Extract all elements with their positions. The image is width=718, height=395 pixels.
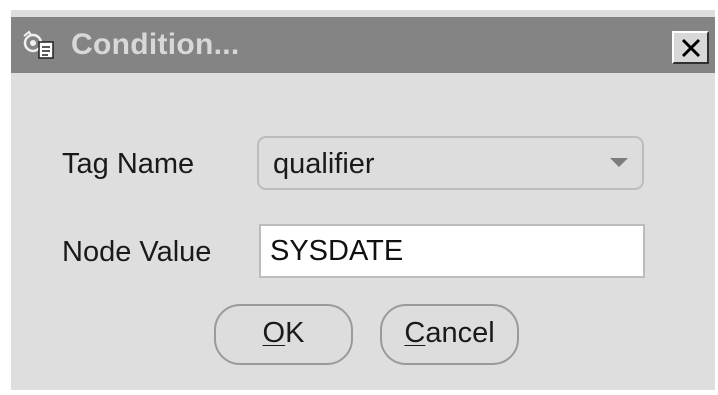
cancel-label-rest: ancel <box>425 317 495 349</box>
tag-name-selected-value: qualifier <box>273 148 375 180</box>
condition-dialog: Condition... Tag Name qualifier Node Val… <box>11 10 715 390</box>
cancel-button[interactable]: Cancel <box>380 304 519 365</box>
chevron-down-icon <box>610 158 628 167</box>
tag-name-label: Tag Name <box>62 148 195 180</box>
title-bar[interactable]: Condition... <box>11 17 715 73</box>
tag-name-select[interactable]: qualifier <box>257 136 644 190</box>
node-value-input[interactable] <box>259 224 645 278</box>
ok-mnemonic: O <box>262 317 286 349</box>
dialog-title: Condition... <box>71 28 240 61</box>
close-button[interactable] <box>672 31 709 64</box>
node-value-label: Node Value <box>62 236 212 268</box>
cancel-mnemonic: C <box>404 317 426 349</box>
close-x-icon <box>681 38 701 58</box>
ok-button[interactable]: OK <box>214 304 353 365</box>
ok-label-rest: K <box>285 317 305 349</box>
dialog-app-icon <box>22 30 62 62</box>
